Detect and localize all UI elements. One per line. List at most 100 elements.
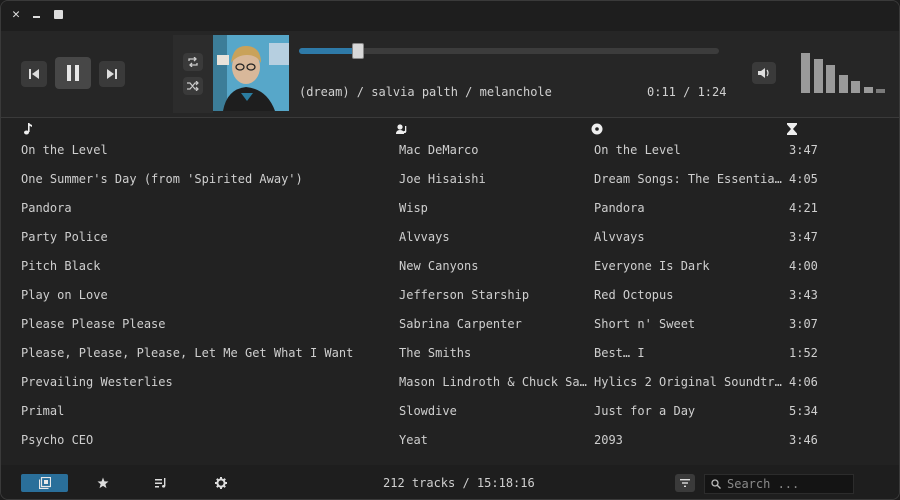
track-album: On the Level xyxy=(594,143,681,157)
maximize-button[interactable] xyxy=(51,8,65,22)
repeat-button[interactable] xyxy=(183,53,203,71)
track-duration: 3:07 xyxy=(789,317,818,331)
track-album: Pandora xyxy=(594,201,645,215)
track-album: Red Octopus xyxy=(594,288,674,302)
track-duration: 5:34 xyxy=(789,404,818,418)
track-title: Primal xyxy=(21,404,65,418)
filter-button[interactable] xyxy=(675,474,695,492)
search-input[interactable] xyxy=(727,475,849,493)
track-title: On the Level xyxy=(21,143,108,157)
previous-button[interactable] xyxy=(21,61,47,87)
track-row[interactable]: Prevailing Westerlies Mason Lindroth & Ch… xyxy=(1,368,899,397)
seek-bar[interactable] xyxy=(299,43,719,59)
volume-level-bar xyxy=(838,75,848,93)
maximize-icon xyxy=(53,10,63,19)
settings-tab[interactable] xyxy=(211,474,231,492)
track-artist: Wisp xyxy=(399,201,428,215)
player-bar: (dream) / salvia palth / melanchole 0:11… xyxy=(1,31,899,118)
track-duration: 3:43 xyxy=(789,288,818,302)
track-row[interactable]: On the Level Mac DeMarco On the Level 3:47 xyxy=(1,136,899,165)
library-tab[interactable] xyxy=(21,474,68,492)
track-title: Please Please Please xyxy=(21,317,166,331)
track-title: Party Police xyxy=(21,230,108,244)
track-artist: Yeat xyxy=(399,433,428,447)
track-album: Dream Songs: The Essential J… xyxy=(594,172,784,186)
track-artist: Joe Hisaishi xyxy=(399,172,486,186)
minimize-button[interactable] xyxy=(29,8,43,22)
album-cover-image xyxy=(213,35,289,111)
volume-level-bar xyxy=(863,87,873,93)
seek-bar-fill xyxy=(299,48,357,54)
gear-icon xyxy=(215,477,227,489)
music-note-icon[interactable] xyxy=(23,122,33,136)
mute-button[interactable] xyxy=(752,62,776,84)
track-duration: 3:46 xyxy=(789,433,818,447)
bottom-bar: 212 tracks / 15:18:16 xyxy=(1,465,899,499)
track-row[interactable]: Please, Please, Please, Let Me Get What … xyxy=(1,339,899,368)
playback-time: 0:11 / 1:24 xyxy=(647,85,727,99)
track-artist: Sabrina Carpenter xyxy=(399,317,522,331)
app-window: ✕ (dream) / salvia palth / melanchole 0:… xyxy=(0,0,900,500)
track-album: Best… I xyxy=(594,346,645,360)
next-button[interactable] xyxy=(99,61,125,87)
track-row[interactable]: One Summer's Day (from 'Spirited Away') J… xyxy=(1,165,899,194)
pause-icon xyxy=(67,65,79,81)
track-duration: 3:47 xyxy=(789,143,818,157)
skip-next-icon xyxy=(107,69,117,79)
filter-icon xyxy=(680,479,690,487)
volume-icon xyxy=(758,68,769,78)
track-title: Pitch Black xyxy=(21,259,101,273)
track-artist: New Canyons xyxy=(399,259,479,273)
track-row[interactable]: Party Police Alvvays Alvvays 3:47 xyxy=(1,223,899,252)
artist-icon[interactable] xyxy=(396,122,408,136)
disc-icon[interactable] xyxy=(591,122,603,136)
playlists-tab[interactable] xyxy=(151,474,171,492)
track-duration: 4:05 xyxy=(789,172,818,186)
title-bar: ✕ xyxy=(1,1,899,31)
track-row[interactable]: Pitch Black New Canyons Everyone Is Dark 4:… xyxy=(1,252,899,281)
volume-level-bar xyxy=(851,81,860,93)
favorites-tab[interactable] xyxy=(93,474,113,492)
track-title: Psycho CEO xyxy=(21,433,94,447)
library-icon xyxy=(38,477,51,489)
shuffle-icon xyxy=(187,81,199,91)
track-title: Please, Please, Please, Let Me Get What … xyxy=(21,346,354,360)
mode-panel xyxy=(173,35,213,113)
track-album: Just for a Day xyxy=(594,404,696,418)
track-duration: 4:21 xyxy=(789,201,818,215)
album-cover xyxy=(213,35,289,111)
repeat-icon xyxy=(188,57,198,67)
track-artist: The Smiths xyxy=(399,346,472,360)
hourglass-icon[interactable] xyxy=(787,122,797,136)
track-album: Short n' Sweet xyxy=(594,317,696,331)
star-icon xyxy=(97,477,109,489)
track-album: Everyone Is Dark xyxy=(594,259,710,273)
seek-bar-handle[interactable] xyxy=(351,43,364,59)
pause-button[interactable] xyxy=(55,57,91,89)
track-title: One Summer's Day (from 'Spirited Away') xyxy=(21,172,303,186)
track-duration: 1:52 xyxy=(789,346,818,360)
track-duration: 4:06 xyxy=(789,375,818,389)
track-row[interactable]: Please Please Please Sabrina Carpenter Sho… xyxy=(1,310,899,339)
volume-slider[interactable] xyxy=(801,51,885,93)
track-row[interactable]: Pandora Wisp Pandora 4:21 xyxy=(1,194,899,223)
now-playing-text: (dream) / salvia palth / melanchole xyxy=(299,85,552,99)
volume-level-bar xyxy=(826,65,835,93)
volume-level-bar xyxy=(813,59,823,93)
track-row[interactable]: Psycho CEO Yeat 2093 3:46 xyxy=(1,426,899,455)
minimize-icon xyxy=(32,16,40,18)
track-title: Prevailing Westerlies xyxy=(21,375,173,389)
volume-level-bar xyxy=(876,89,885,93)
track-row[interactable]: Play on Love Jefferson Starship Red Octopu… xyxy=(1,281,899,310)
track-title: Pandora xyxy=(21,201,72,215)
skip-previous-icon xyxy=(29,69,39,79)
volume-level-bar xyxy=(801,53,810,93)
track-artist: Jefferson Starship xyxy=(399,288,530,302)
track-row[interactable]: Primal Slowdive Just for a Day 5:34 xyxy=(1,397,899,426)
track-album: Hylics 2 Original Soundtrack xyxy=(594,375,784,389)
search-box xyxy=(704,474,854,494)
track-duration: 4:00 xyxy=(789,259,818,273)
shuffle-button[interactable] xyxy=(183,77,203,95)
track-duration: 3:47 xyxy=(789,230,818,244)
close-button[interactable]: ✕ xyxy=(9,8,23,22)
